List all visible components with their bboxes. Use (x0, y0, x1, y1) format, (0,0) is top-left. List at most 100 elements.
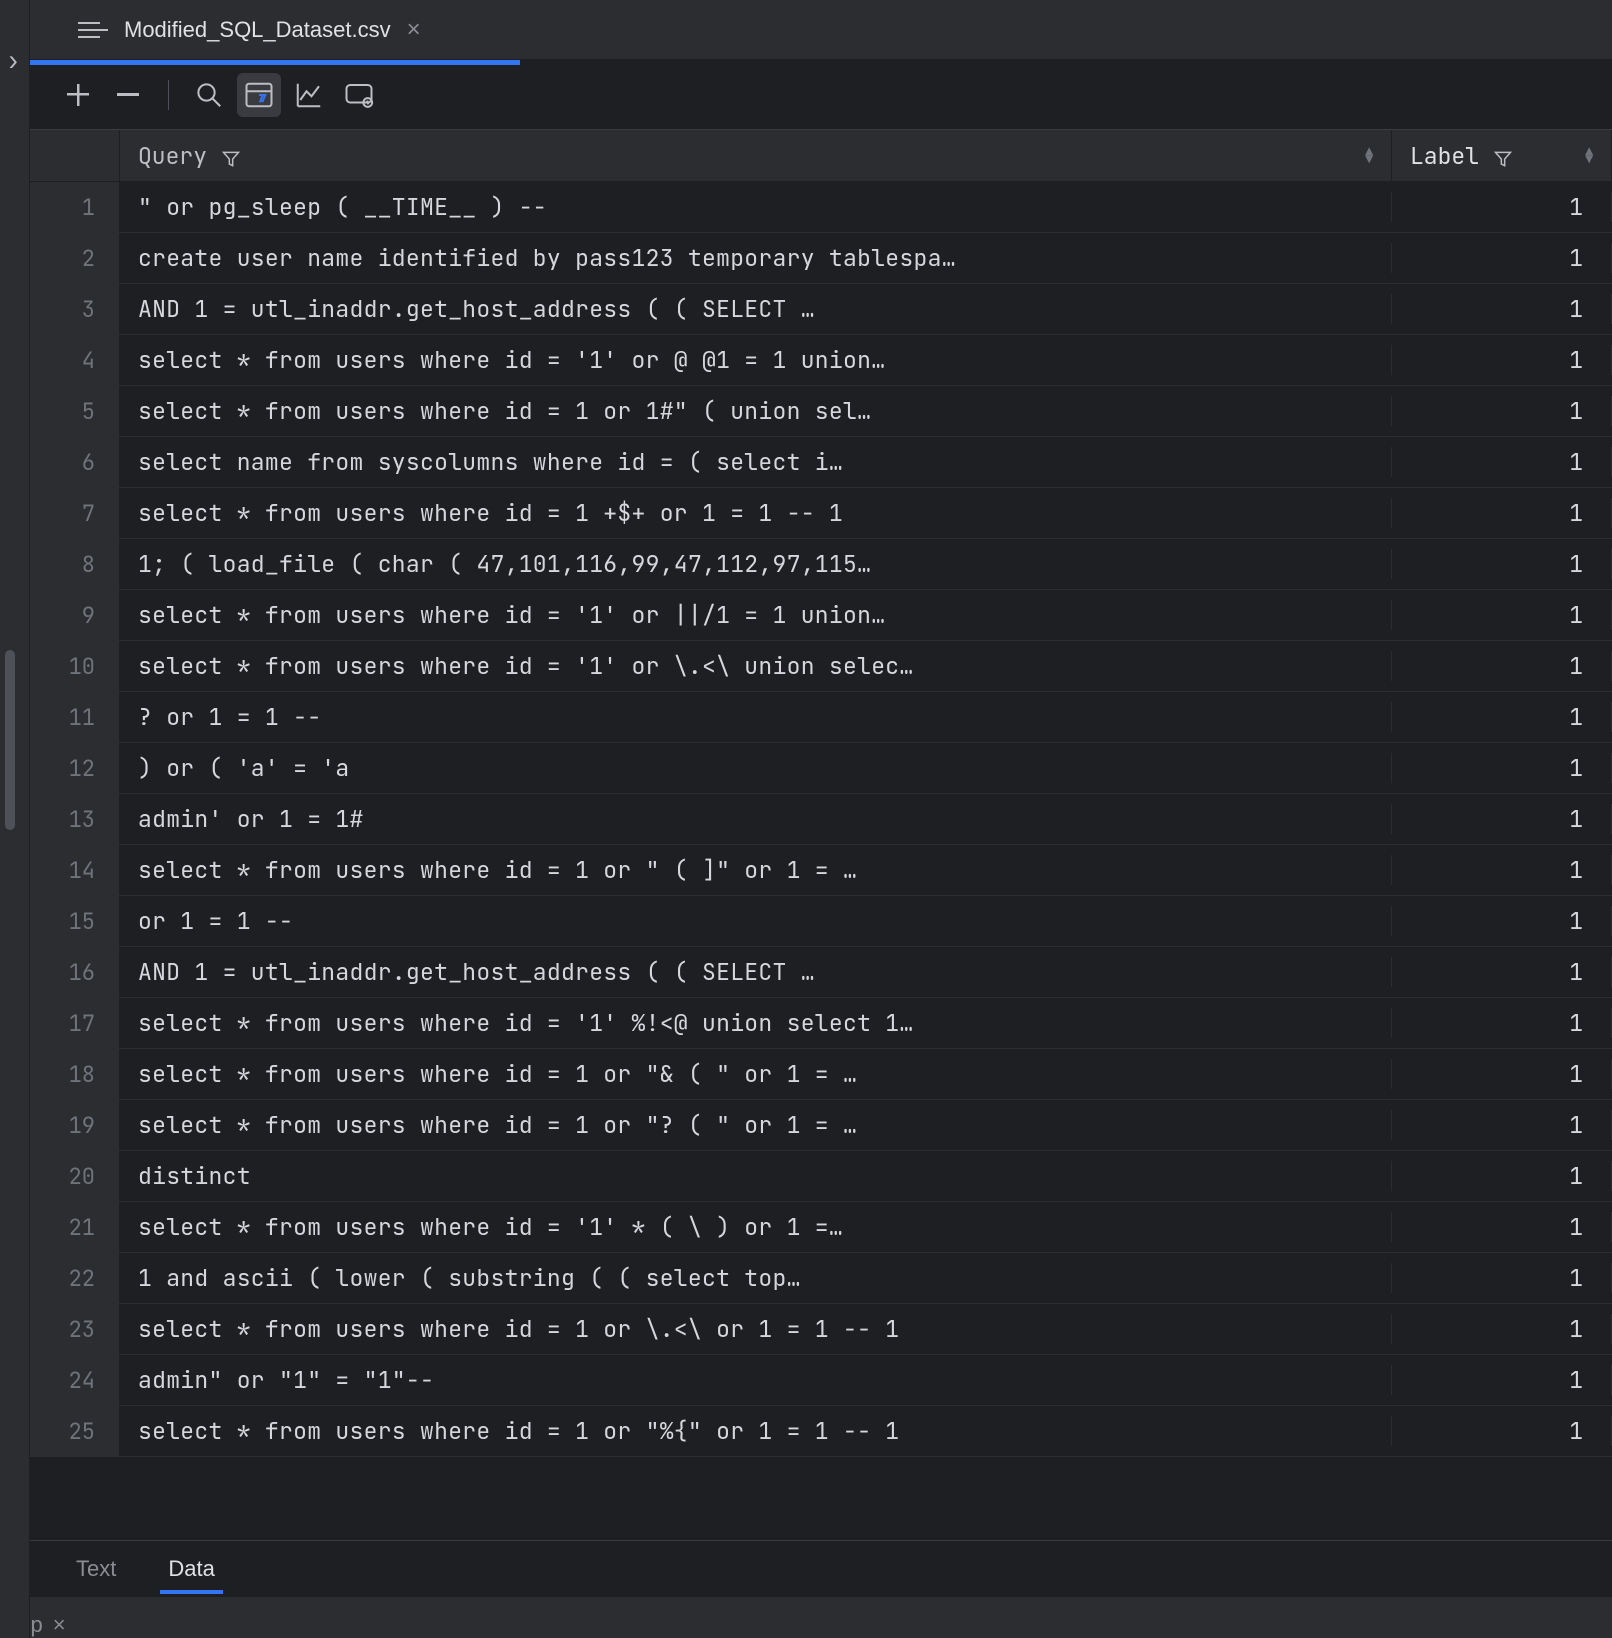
cell-query[interactable]: " or pg_sleep ( __TIME__ ) -- (120, 192, 1392, 222)
cell-query[interactable]: 1; ( load_file ( char ( 47,101,116,99,47… (120, 549, 1392, 579)
cell-label[interactable]: 1 (1392, 243, 1612, 273)
chevron-right-icon[interactable]: › (6, 46, 20, 77)
table-row[interactable]: 9 select * from users where id = '1' or … (0, 590, 1612, 641)
column-header-label: Query (138, 141, 207, 171)
cell-label[interactable]: 1 (1392, 600, 1612, 630)
cell-query[interactable]: select name from syscolumns where id = (… (120, 447, 1392, 477)
cell-query[interactable]: select * from users where id = 1 +$+ or … (120, 498, 1392, 528)
cell-label[interactable]: 1 (1392, 1059, 1612, 1089)
cell-label[interactable]: 1 (1392, 1416, 1612, 1446)
cell-label[interactable]: 1 (1392, 957, 1612, 987)
cell-query[interactable]: select * from users where id = 1 or "? (… (120, 1110, 1392, 1140)
table-row[interactable]: 18 select * from users where id = 1 or "… (0, 1049, 1612, 1100)
column-header-label-col[interactable]: Label ▲▼ (1392, 130, 1612, 181)
cell-query[interactable]: select * from users where id = 1 or "& (… (120, 1059, 1392, 1089)
table-row[interactable]: 5 select * from users where id = 1 or 1#… (0, 386, 1612, 437)
column-header-row: Query ▲▼ Label ▲▼ (0, 130, 1612, 182)
table-row[interactable]: 6 select name from syscolumns where id =… (0, 437, 1612, 488)
cell-query[interactable]: AND 1 = utl_inaddr.get_host_address ( ( … (120, 957, 1392, 987)
cell-label[interactable]: 1 (1392, 855, 1612, 885)
add-row-button[interactable] (56, 73, 100, 117)
table-row[interactable]: 4 select * from users where id = '1' or … (0, 335, 1612, 386)
data-grid[interactable]: 1" or pg_sleep ( __TIME__ ) --12create u… (0, 182, 1612, 1540)
tab-data[interactable]: Data (164, 1546, 218, 1592)
table-row[interactable]: 11? or 1 = 1 --1 (0, 692, 1612, 743)
table-row[interactable]: 2create user name identified by pass123 … (0, 233, 1612, 284)
cell-query[interactable]: select * from users where id = 1 or \.<\… (120, 1314, 1392, 1344)
cell-label[interactable]: 1 (1392, 549, 1612, 579)
sort-icon[interactable]: ▲▼ (1585, 148, 1593, 164)
cell-query[interactable]: admin' or 1 = 1# (120, 804, 1392, 834)
editor-tab-active[interactable]: Modified_SQL_Dataset.csv × (50, 0, 449, 59)
cell-label[interactable]: 1 (1392, 498, 1612, 528)
table-row[interactable]: 24admin" or "1" = "1"--1 (0, 1355, 1612, 1406)
cell-label[interactable]: 1 (1392, 804, 1612, 834)
chart-button[interactable] (287, 73, 331, 117)
cell-label[interactable]: 1 (1392, 906, 1612, 936)
cell-query[interactable]: admin" or "1" = "1"-- (120, 1365, 1392, 1395)
table-row[interactable]: 16 AND 1 = utl_inaddr.get_host_address (… (0, 947, 1612, 998)
cell-query[interactable]: 1 and ascii ( lower ( substring ( ( sele… (120, 1263, 1392, 1293)
cell-label[interactable]: 1 (1392, 1212, 1612, 1242)
cell-label[interactable]: 1 (1392, 651, 1612, 681)
cell-label[interactable]: 1 (1392, 1110, 1612, 1140)
sort-icon[interactable]: ▲▼ (1365, 148, 1373, 164)
table-row[interactable]: 1" or pg_sleep ( __TIME__ ) --1 (0, 182, 1612, 233)
bottom-toolwindow-bar: app × (0, 1596, 1612, 1638)
table-row[interactable]: 23select * from users where id = 1 or \.… (0, 1304, 1612, 1355)
cell-label[interactable]: 1 (1392, 294, 1612, 324)
cell-query[interactable]: ? or 1 = 1 -- (120, 702, 1392, 732)
separator (168, 80, 169, 110)
cell-query[interactable]: AND 1 = utl_inaddr.get_host_address ( ( … (120, 294, 1392, 324)
table-row[interactable]: 19 select * from users where id = 1 or "… (0, 1100, 1612, 1151)
cell-label[interactable]: 1 (1392, 192, 1612, 222)
close-icon[interactable]: × (53, 1612, 66, 1638)
table-row[interactable]: 17 select * from users where id = '1' %!… (0, 998, 1612, 1049)
cell-label[interactable]: 1 (1392, 447, 1612, 477)
table-row[interactable]: 3 AND 1 = utl_inaddr.get_host_address ( … (0, 284, 1612, 335)
cell-query[interactable]: distinct (120, 1161, 1392, 1191)
table-row[interactable]: 13admin' or 1 = 1#1 (0, 794, 1612, 845)
close-icon[interactable]: × (407, 16, 421, 44)
cell-query[interactable]: select * from users where id = '1' * ( \… (120, 1212, 1392, 1242)
cell-label[interactable]: 1 (1392, 1161, 1612, 1191)
table-view-button[interactable] (337, 73, 381, 117)
table-row[interactable]: 14 select * from users where id = 1 or "… (0, 845, 1612, 896)
tab-text[interactable]: Text (72, 1546, 120, 1592)
tab-active-underline (30, 60, 520, 65)
cell-label[interactable]: 1 (1392, 753, 1612, 783)
cell-query[interactable]: ) or ( 'a' = 'a (120, 753, 1392, 783)
table-row[interactable]: 81; ( load_file ( char ( 47,101,116,99,4… (0, 539, 1612, 590)
search-button[interactable] (187, 73, 231, 117)
cell-label[interactable]: 1 (1392, 1365, 1612, 1395)
cell-query[interactable]: or 1 = 1 -- (120, 906, 1392, 936)
cell-label[interactable]: 1 (1392, 702, 1612, 732)
table-row[interactable]: 15or 1 = 1 --1 (0, 896, 1612, 947)
filter-icon[interactable] (221, 146, 241, 166)
filter-criteria-button[interactable] (237, 73, 281, 117)
cell-label[interactable]: 1 (1392, 1263, 1612, 1293)
table-row[interactable]: 7select * from users where id = 1 +$+ or… (0, 488, 1612, 539)
cell-label[interactable]: 1 (1392, 345, 1612, 375)
remove-row-button[interactable] (106, 73, 150, 117)
cell-query[interactable]: select * from users where id = 1 or 1#" … (120, 396, 1392, 426)
table-row[interactable]: 10 select * from users where id = '1' or… (0, 641, 1612, 692)
table-row[interactable]: 20distinct1 (0, 1151, 1612, 1202)
table-row[interactable]: 25 select * from users where id = 1 or "… (0, 1406, 1612, 1457)
filter-icon[interactable] (1493, 146, 1513, 166)
cell-label[interactable]: 1 (1392, 1314, 1612, 1344)
cell-query[interactable]: select * from users where id = 1 or "%{"… (120, 1416, 1392, 1446)
table-row[interactable]: 21select * from users where id = '1' * (… (0, 1202, 1612, 1253)
cell-label[interactable]: 1 (1392, 1008, 1612, 1038)
cell-query[interactable]: select * from users where id = '1' or @ … (120, 345, 1392, 375)
cell-query[interactable]: select * from users where id = 1 or " ( … (120, 855, 1392, 885)
table-row[interactable]: 12 ) or ( 'a' = 'a1 (0, 743, 1612, 794)
tab-filename: Modified_SQL_Dataset.csv (124, 17, 391, 43)
cell-query[interactable]: select * from users where id = '1' or \.… (120, 651, 1392, 681)
column-header-query[interactable]: Query ▲▼ (120, 130, 1392, 181)
table-row[interactable]: 221 and ascii ( lower ( substring ( ( se… (0, 1253, 1612, 1304)
cell-label[interactable]: 1 (1392, 396, 1612, 426)
cell-query[interactable]: create user name identified by pass123 t… (120, 243, 1392, 273)
cell-query[interactable]: select * from users where id = '1' %!<@ … (120, 1008, 1392, 1038)
cell-query[interactable]: select * from users where id = '1' or ||… (120, 600, 1392, 630)
